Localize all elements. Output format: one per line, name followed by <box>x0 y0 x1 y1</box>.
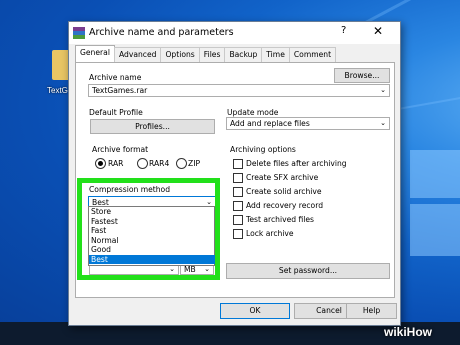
checkbox-lock-archive[interactable] <box>233 229 243 239</box>
highlight-box <box>77 178 220 280</box>
radio-rar[interactable] <box>95 158 106 169</box>
tab-backup[interactable]: Backup <box>224 47 263 63</box>
windows-logo-pane <box>410 150 460 198</box>
archive-format-label: Archive format <box>92 145 149 154</box>
radio-zip-label: ZIP <box>188 159 201 168</box>
checkbox-test-files[interactable] <box>233 215 243 225</box>
tab-options[interactable]: Options <box>160 47 200 63</box>
chevron-down-icon: ⌄ <box>380 119 386 127</box>
option-lock-archive-label: Lock archive <box>246 229 294 238</box>
set-password-button[interactable]: Set password... <box>226 263 390 279</box>
dialog-title: Archive name and parameters <box>89 27 234 38</box>
option-recovery-record-label: Add recovery record <box>246 201 324 210</box>
tab-advanced[interactable]: Advanced <box>113 47 162 63</box>
option-delete-files-label: Delete files after archiving <box>246 159 347 168</box>
archive-name-value: TextGames.rar <box>92 86 148 95</box>
checkbox-recovery-record[interactable] <box>233 201 243 211</box>
archive-dialog: Archive name and parameters ? ✕ General … <box>68 21 401 326</box>
checkbox-delete-files[interactable] <box>233 159 243 169</box>
tab-files[interactable]: Files <box>198 47 226 63</box>
help-button[interactable]: Help <box>346 303 397 319</box>
tab-comment[interactable]: Comment <box>288 47 337 63</box>
windows-logo-pane <box>410 204 460 256</box>
desktop-icon-label: TextG <box>47 86 68 95</box>
profiles-button[interactable]: Profiles... <box>90 119 215 134</box>
title-bar[interactable]: Archive name and parameters ? ✕ <box>69 22 400 44</box>
radio-rar-label: RAR <box>108 159 124 168</box>
browse-button[interactable]: Browse... <box>334 68 390 83</box>
radio-rar4-label: RAR4 <box>149 159 170 168</box>
close-icon[interactable]: ✕ <box>373 24 383 38</box>
tab-general[interactable]: General <box>75 45 115 63</box>
option-create-sfx-label: Create SFX archive <box>246 173 319 182</box>
default-profile-label: Default Profile <box>89 108 143 117</box>
checkbox-solid-archive[interactable] <box>233 187 243 197</box>
option-test-files-label: Test archived files <box>246 215 314 224</box>
update-mode-select[interactable]: Add and replace files ⌄ <box>226 117 390 130</box>
radio-zip[interactable] <box>176 158 187 169</box>
wikihow-watermark: wikiHow <box>384 325 433 339</box>
tab-time[interactable]: Time <box>261 47 290 63</box>
tab-bar: General Advanced Options Files Backup Ti… <box>75 45 337 63</box>
help-icon[interactable]: ? <box>341 25 346 36</box>
chevron-down-icon: ⌄ <box>380 86 386 94</box>
update-mode-label: Update mode <box>227 108 279 117</box>
option-solid-archive-label: Create solid archive <box>246 187 322 196</box>
update-mode-value: Add and replace files <box>230 119 310 128</box>
archive-name-input[interactable]: TextGames.rar ⌄ <box>88 84 390 97</box>
checkbox-create-sfx[interactable] <box>233 173 243 183</box>
winrar-icon <box>73 27 85 39</box>
radio-rar4[interactable] <box>137 158 148 169</box>
archiving-options-label: Archiving options <box>230 145 296 154</box>
ok-button[interactable]: OK <box>220 303 290 319</box>
archive-name-label: Archive name <box>89 73 142 82</box>
